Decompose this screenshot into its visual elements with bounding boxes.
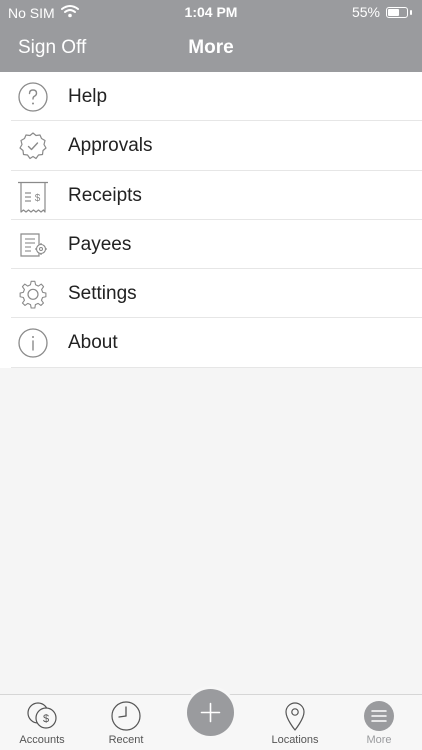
clock-icon [110,700,142,732]
menu-item-receipts[interactable]: $ Receipts [0,171,422,220]
more-screen: No SIM 1:04 PM 55% Sign Off More Help Ap… [0,0,422,750]
menu-item-payees[interactable]: Payees [0,220,422,270]
tab-label: Recent [108,734,144,746]
menu-icon [363,700,395,732]
tab-bar: $ Accounts Recent Locations More [0,689,422,750]
tab-locations[interactable]: Locations [253,700,337,746]
approvals-badge-icon [17,130,49,162]
battery-cap [410,9,412,15]
tab-label: More [366,734,392,746]
tab-more[interactable]: More [337,700,421,746]
svg-text:$: $ [35,193,41,204]
add-button[interactable] [187,689,234,736]
menu-item-about[interactable]: About [0,318,422,368]
menu-item-approvals[interactable]: Approvals [0,121,422,171]
payees-icon [17,229,49,261]
menu-item-label: Help [68,86,108,107]
menu-item-label: Settings [68,283,137,305]
tab-recent[interactable]: Recent [84,700,168,746]
svg-text:$: $ [43,713,49,725]
navigation-bar: Sign Off More [0,28,422,68]
menu-item-settings[interactable]: Settings [0,269,422,319]
location-pin-icon [279,700,311,732]
accounts-icon: $ [26,700,58,732]
receipt-icon: $ [17,180,49,213]
header: No SIM 1:04 PM 55% Sign Off More [0,0,422,72]
menu-item-label: About [68,332,118,354]
page-title: More [188,37,234,58]
menu-item-help[interactable]: Help [0,72,422,122]
battery-icon [386,6,408,18]
menu-item-label: Approvals [68,135,153,157]
menu-item-label: Payees [68,233,132,255]
menu-item-label: Receipts [68,184,142,206]
tab-accounts[interactable]: $ Accounts [0,700,84,746]
gear-icon [17,278,49,310]
battery-percent: 55% [351,4,380,20]
more-menu-list: Help Approvals $ Receipts Payees Setting… [0,72,422,368]
divider [11,366,422,368]
plus-icon [200,702,221,723]
info-icon [17,327,49,359]
tab-label: Locations [271,734,319,746]
help-icon [17,81,49,113]
status-bar: No SIM 1:04 PM 55% [0,0,422,24]
tab-label: Accounts [19,734,65,746]
battery-group: 55% [352,4,412,20]
